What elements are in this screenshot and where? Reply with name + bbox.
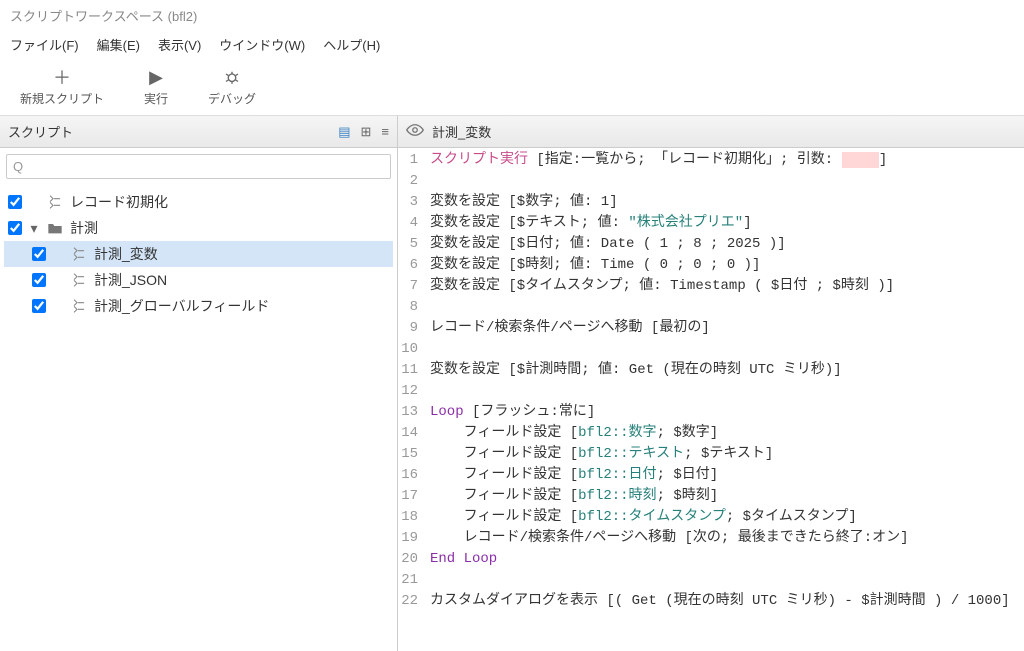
script-checkbox[interactable] — [32, 273, 46, 287]
script-checkbox[interactable] — [32, 247, 46, 261]
script-label: 計測_変数 — [94, 244, 158, 264]
code-area[interactable]: 1スクリプト実行 [指定:一覧から; 「レコード初期化」; 引数: ] 2 3変… — [398, 148, 1024, 651]
new-script-label: 新規スクリプト — [20, 90, 104, 107]
sidebar-title: スクリプト — [8, 122, 73, 141]
script-icon — [46, 194, 64, 210]
plus-icon: ＋ — [53, 66, 71, 88]
window-title: スクリプトワークスペース (bfl2) — [0, 0, 1024, 31]
list-view-icon[interactable]: ▤ — [338, 124, 350, 140]
search-box[interactable]: Q — [6, 154, 391, 179]
script-editor: 計測_変数 1スクリプト実行 [指定:一覧から; 「レコード初期化」; 引数: … — [398, 116, 1024, 651]
new-folder-icon[interactable]: ⊞ — [361, 124, 372, 140]
play-icon: ▶ — [149, 66, 163, 88]
new-script-button[interactable]: ＋ 新規スクリプト — [20, 66, 104, 107]
menu-edit[interactable]: 編集(E) — [97, 35, 140, 54]
search-input[interactable] — [27, 157, 384, 176]
debug-button[interactable]: デバッグ — [208, 66, 256, 107]
script-label: レコード初期化 — [70, 192, 168, 212]
script-checkbox[interactable] — [8, 195, 22, 209]
menu-file[interactable]: ファイル(F) — [10, 35, 79, 54]
bug-icon — [223, 66, 241, 88]
menu-help[interactable]: ヘルプ(H) — [323, 35, 380, 54]
folder-checkbox[interactable] — [8, 221, 22, 235]
script-icon — [70, 298, 88, 314]
menu-window[interactable]: ウインドウ(W) — [219, 35, 305, 54]
folder-label: 計測 — [70, 218, 98, 238]
script-icon — [70, 246, 88, 262]
folder-icon — [46, 220, 64, 236]
scripts-sidebar: スクリプト ▤ ⊞ ≡ Q レコード初期化 ▾ — [0, 116, 398, 651]
editor-title: 計測_変数 — [432, 122, 491, 141]
run-button[interactable]: ▶ 実行 — [144, 66, 168, 107]
toolbar: ＋ 新規スクリプト ▶ 実行 デバッグ — [0, 60, 1024, 116]
script-item-record-init[interactable]: レコード初期化 — [4, 189, 393, 215]
visibility-icon[interactable] — [406, 123, 424, 140]
disclosure-triangle-icon[interactable]: ▾ — [28, 220, 40, 237]
script-item-measure-var[interactable]: 計測_変数 — [4, 241, 393, 267]
run-label: 実行 — [144, 90, 168, 107]
script-item-measure-json[interactable]: 計測_JSON — [4, 267, 393, 293]
script-icon — [70, 272, 88, 288]
menu-icon[interactable]: ≡ — [381, 124, 389, 140]
script-label: 計測_JSON — [94, 270, 167, 290]
debug-label: デバッグ — [208, 90, 256, 107]
script-tree: レコード初期化 ▾ 計測 計測_変数 計測_JSON — [0, 185, 397, 323]
folder-item-measure[interactable]: ▾ 計測 — [4, 215, 393, 241]
script-label: 計測_グローバルフィールド — [94, 296, 269, 316]
menu-bar: ファイル(F) 編集(E) 表示(V) ウインドウ(W) ヘルプ(H) — [0, 31, 1024, 60]
search-icon: Q — [13, 159, 23, 174]
menu-view[interactable]: 表示(V) — [158, 35, 201, 54]
script-item-measure-global[interactable]: 計測_グローバルフィールド — [4, 293, 393, 319]
script-checkbox[interactable] — [32, 299, 46, 313]
